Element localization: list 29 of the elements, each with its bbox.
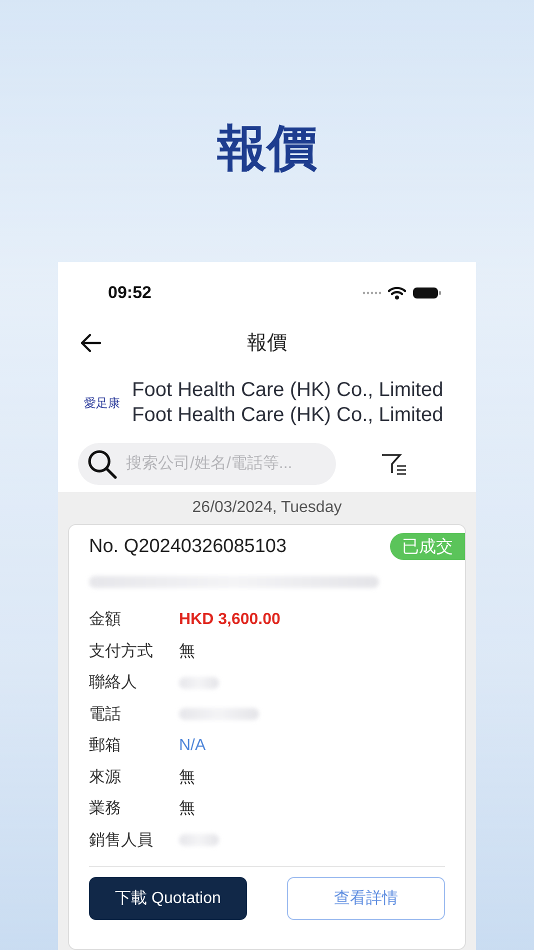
- field-value: HKD 3,600.00: [179, 610, 280, 629]
- field-label: 來源: [89, 768, 122, 788]
- field-label: 銷售人員: [89, 830, 154, 851]
- field-label: 郵箱: [89, 736, 122, 756]
- status-badge: 已成交: [390, 533, 465, 560]
- field-label: 支付方式: [89, 642, 154, 662]
- search-bar[interactable]: 搜索公司/姓名/電話等...: [78, 443, 336, 485]
- battery-icon: [412, 286, 442, 300]
- field-value: 無: [179, 799, 195, 820]
- quote-number: No. Q20240326085103: [89, 536, 287, 558]
- company-logo: 愛足康: [83, 394, 121, 412]
- company-name: Foot Health Care (HK) Co., Limited: [132, 378, 444, 403]
- wifi-icon: [388, 286, 406, 300]
- field-value: N/A: [179, 736, 206, 755]
- field-label: 聯絡人: [89, 673, 138, 694]
- company-name: Foot Health Care (HK) Co., Limited: [132, 403, 444, 428]
- field-label: 電話: [89, 704, 122, 725]
- signal-icon: [362, 291, 382, 295]
- date-header: 26/03/2024, Tuesday: [192, 498, 342, 518]
- status-time: 09:52: [108, 283, 152, 303]
- field-value: 無: [179, 642, 195, 662]
- field-label: 業務: [89, 799, 122, 820]
- screen-title: 報價: [247, 330, 287, 356]
- filter-button[interactable]: [380, 451, 408, 477]
- field-value: 無: [179, 768, 195, 788]
- download-button[interactable]: 下載 Quotation: [89, 877, 247, 920]
- page-headline: 報價: [217, 119, 317, 178]
- field-label: 金額: [89, 610, 122, 630]
- search-field[interactable]: 搜索公司/姓名/電話等...: [124, 454, 328, 474]
